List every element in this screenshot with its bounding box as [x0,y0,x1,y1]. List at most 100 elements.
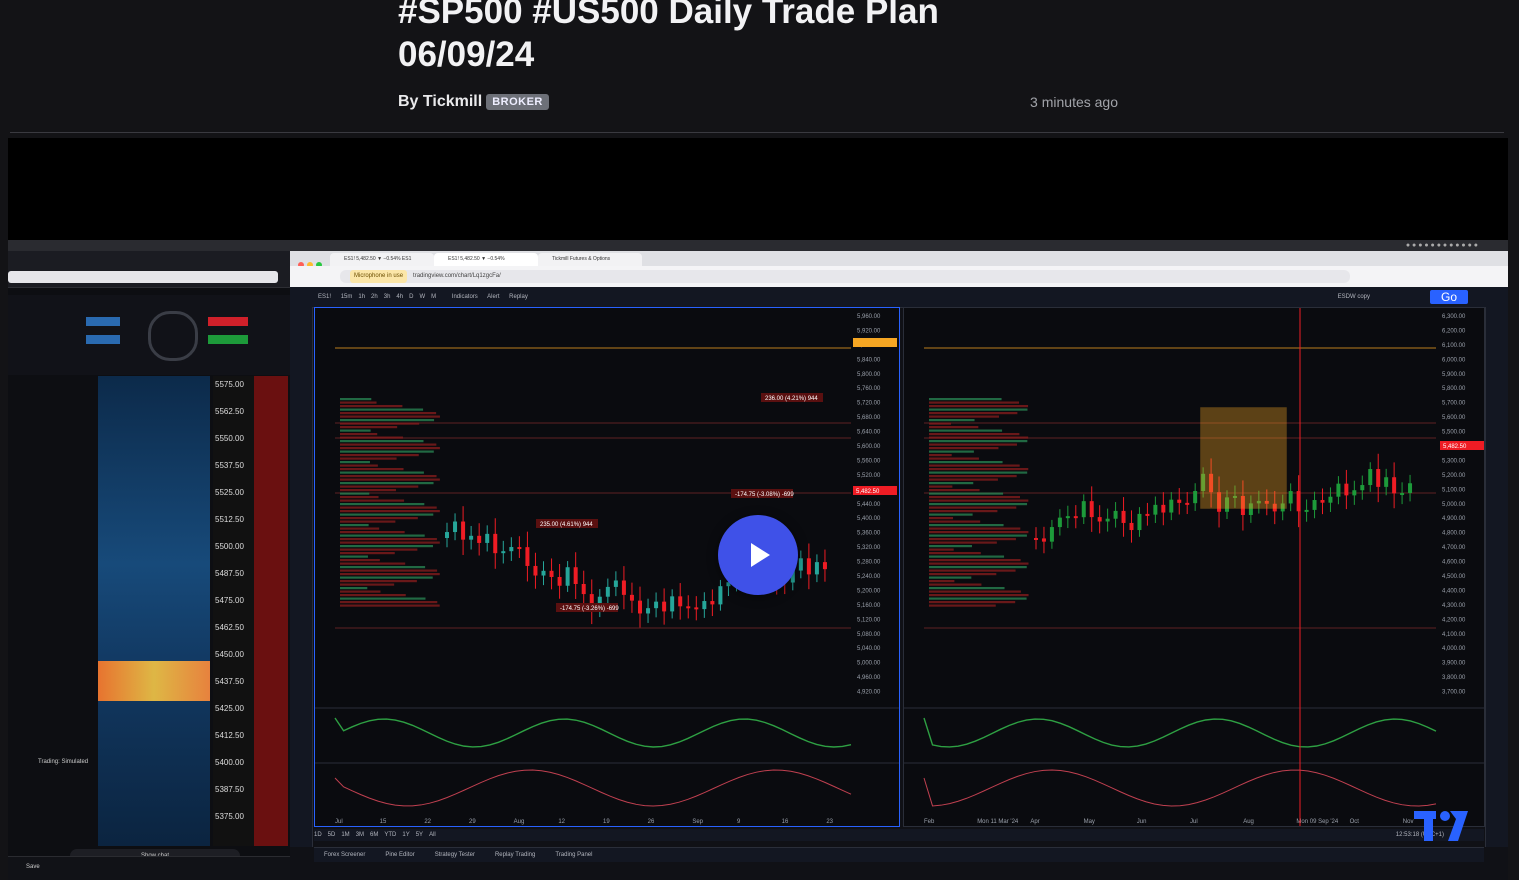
candle-body [621,580,626,595]
time-axis-label: Jul [335,819,343,825]
candle-body [581,583,586,595]
footer-tab-3[interactable]: Replay Trading [495,852,535,858]
browser-tab-2[interactable]: ES1! 5,482.50 ▼ −0.54% [434,253,538,266]
indicators-button[interactable]: Indicators [452,294,478,300]
volume-profile-bar [929,527,1021,530]
go-button[interactable]: Go [1430,290,1468,304]
agg-buys-bar [86,335,120,344]
range-6M[interactable]: 6M [370,832,378,838]
range-1D[interactable]: 1D [314,832,322,838]
browser-tab-1[interactable]: ES1! 5,482.50 ▼ −0.54% ES1 [330,253,434,266]
price-axis-label: 5,100.00 [1442,487,1466,493]
volume-profile-bar [929,447,999,450]
candle-body [1304,509,1309,512]
ladder-prices: 5575.00 5562.50 5550.00 5537.50 5525.00 5512.… [213,376,258,846]
candle-body [1177,499,1182,503]
volume-profile-bar [929,517,954,520]
ladder-bid-column [254,376,288,846]
browser-tab-3[interactable]: Tickmill Futures & Options [538,253,642,266]
candle-body [670,596,675,612]
volume-profile-bar [340,468,404,471]
volume-profile-bar [929,475,1017,478]
ladder-price: 5437.50 [215,677,244,686]
volume-profile-bar [929,422,952,425]
footer-tab-0[interactable]: Forex Screener [324,852,365,858]
volume-profile-bar [929,601,1016,604]
drawing-toolbar[interactable] [290,307,313,847]
footer-tab-4[interactable]: Trading Panel [555,852,592,858]
footer-tab-2[interactable]: Strategy Tester [435,852,475,858]
alert-button[interactable]: Alert [487,294,499,300]
candle-body [493,533,498,554]
url-field[interactable]: Microphone in use tradingview.com/chart/L… [340,270,1350,283]
volume-profile-bar [340,464,378,467]
interval-3[interactable]: 3h [384,294,391,300]
ladder-price: 5475.00 [215,596,244,605]
interval-7[interactable]: M [431,294,436,300]
volume-profile-bar [929,566,1027,569]
volume-profile-bar [929,415,999,418]
price-axis-label: 5,760.00 [857,386,881,392]
time-axis-label: May [1084,819,1095,825]
price-axis-label: 3,900.00 [1442,661,1466,667]
price-axis-label: 4,300.00 [1442,603,1466,609]
footer-tab-1[interactable]: Pine Editor [385,852,414,858]
volume-profile-bar [340,454,419,457]
range-buttons[interactable]: 1D 5D 1M 3M 6M YTD 1Y 5Y All [314,832,442,838]
time-axis-label: Apr [1030,819,1039,825]
time-axis-label: Feb [924,819,935,825]
candle-body [541,570,546,576]
measure-label: -174.75 (-3.26%) -699 [560,606,619,612]
video-player[interactable]: ● ● ● ● ● ● ● ● ● ● ● ● 5575.00 5562.50 55… [8,138,1508,880]
ladder-price: 5512.50 [215,515,244,524]
volume-profile-bar [340,573,440,576]
save-button[interactable]: Save [26,864,40,870]
candle-body [1121,510,1126,523]
range-YTD[interactable]: YTD [384,832,396,838]
candle-body [678,596,683,607]
volume-profile-bar [340,517,418,520]
volume-profile-bar [340,555,368,558]
mic-badge: Microphone in use [350,270,408,283]
interval-4[interactable]: 4h [396,294,403,300]
browser-window: ES1! 5,482.50 ▼ −0.54% ES1 ES1! 5,482.50… [290,251,1508,880]
chart-pane-daily[interactable]: 5,960.005,920.005,880.005,840.005,800.00… [314,307,900,827]
volume-profile-bar [340,436,403,439]
time-axis-label: 22 [424,819,431,825]
range-3M[interactable]: 3M [356,832,364,838]
chart-pane-weekly[interactable]: 6,300.00 6,200.00 6,100.00 6,000.00 5,900.00… [903,307,1485,827]
stochastic-line [923,769,1437,807]
candle-body [1065,516,1070,519]
volume-profile-bar [340,422,420,425]
interval-1[interactable]: 1h [358,294,365,300]
article-header: #SP500 #US500 Daily Trade Plan 06/09/24 [398,0,1138,76]
range-1Y[interactable]: 1Y [402,832,409,838]
volume-profile-bar [929,471,1028,474]
right-sidebar[interactable] [1485,307,1508,847]
candle-body [469,535,474,540]
volume-profile-bar [929,454,952,457]
volume-profile-bar [929,405,1029,408]
price-axis-label: 5,160.00 [857,603,881,609]
interval-6[interactable]: W [419,294,425,300]
play-button[interactable] [718,515,798,595]
price-axis-label: 5,240.00 [857,574,881,580]
volume-profile-bar [340,401,377,404]
candle-body [1185,502,1190,505]
interval-2[interactable]: 2h [371,294,378,300]
author-link[interactable]: Tickmill [423,93,482,111]
range-5D[interactable]: 5D [328,832,336,838]
range-All[interactable]: All [429,832,436,838]
volume-profile-bar [929,604,996,607]
interval-buttons[interactable]: 15m 1h 2h 3h 4h D W M [341,294,442,300]
layout-name[interactable]: ESDW copy [1338,287,1370,307]
replay-button[interactable]: Replay [509,294,528,300]
left-app-toolbar [8,251,290,288]
range-1M[interactable]: 1M [341,832,349,838]
symbol-search[interactable]: ES1! [318,294,331,300]
interval-5[interactable]: D [409,294,413,300]
volume-profile-bar [340,590,381,593]
interval-0[interactable]: 15m [341,294,353,300]
volume-profile-bar [340,562,406,565]
range-5Y[interactable]: 5Y [416,832,423,838]
